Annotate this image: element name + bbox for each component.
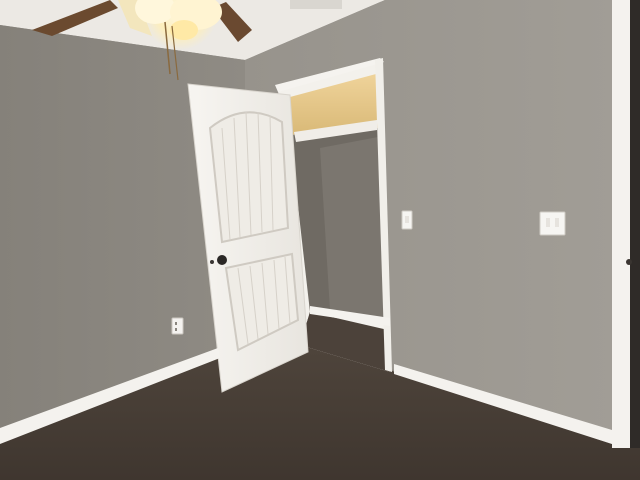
doorway-frame-right <box>612 0 640 448</box>
double-light-switch[interactable] <box>539 211 566 236</box>
door-knob[interactable] <box>217 255 227 265</box>
bedroom-photo <box>0 0 640 480</box>
wall-outlet <box>171 317 184 335</box>
ceiling-vent <box>290 0 342 9</box>
light-switch[interactable] <box>401 210 413 230</box>
